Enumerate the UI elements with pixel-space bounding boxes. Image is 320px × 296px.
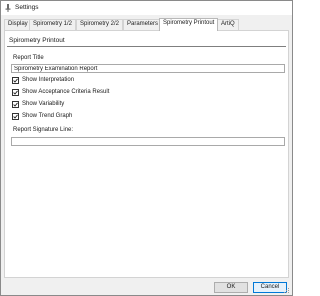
tab-strip: Display Spirometry 1/2 Spirometry 2/2 Pa… (4, 18, 289, 31)
tab-spirometry-2[interactable]: Spirometry 2/2 (76, 19, 124, 30)
cancel-button[interactable]: Cancel (253, 282, 287, 293)
checkbox-box[interactable] (12, 113, 19, 120)
show-interpretation-checkbox[interactable]: Show Interpretation (12, 76, 172, 85)
show-variability-checkbox[interactable]: Show Variability (12, 100, 172, 109)
checkbox-box[interactable] (12, 89, 19, 96)
show-trend-graph-checkbox[interactable]: Show Trend Graph (12, 112, 172, 121)
checkmark-icon (13, 102, 18, 107)
spirometry-printout-panel: Spirometry Printout Report Title Show In… (4, 30, 289, 278)
checkmark-icon (13, 90, 18, 95)
section-title: Spirometry Printout (9, 37, 65, 44)
show-acceptance-criteria-checkbox[interactable]: Show Acceptance Criteria Result (12, 88, 172, 97)
checkbox-label: Show Trend Graph (22, 113, 73, 119)
checkbox-box[interactable] (12, 101, 19, 108)
signature-label: Report Signature Line: (13, 127, 74, 133)
checkbox-label: Show Interpretation (22, 77, 75, 83)
settings-icon (4, 4, 12, 12)
settings-window: Settings Display Spirometry 1/2 Spiromet… (0, 0, 293, 296)
tab-artiq[interactable]: ArtiQ (217, 19, 239, 30)
section-divider (7, 46, 286, 47)
checkbox-box[interactable] (12, 77, 19, 84)
tab-display[interactable]: Display (4, 19, 32, 30)
window-title: Settings (15, 4, 39, 11)
resize-grip-icon[interactable] (284, 288, 290, 294)
checkmark-icon (13, 114, 18, 119)
tab-spirometry-printout[interactable]: Spirometry Printout (159, 18, 219, 31)
tab-parameters[interactable]: Parameters (123, 19, 163, 30)
checkbox-label: Show Acceptance Criteria Result (22, 89, 110, 95)
dialog-button-bar: OK Cancel (2, 280, 291, 295)
checkmark-icon (13, 78, 18, 83)
tab-spirometry-1[interactable]: Spirometry 1/2 (29, 19, 77, 30)
ok-button[interactable]: OK (214, 282, 248, 293)
signature-input[interactable] (11, 137, 285, 146)
report-title-label: Report Title (13, 55, 44, 61)
title-bar[interactable]: Settings (1, 1, 292, 15)
report-title-input[interactable] (11, 64, 285, 73)
checkbox-label: Show Variability (22, 101, 65, 107)
